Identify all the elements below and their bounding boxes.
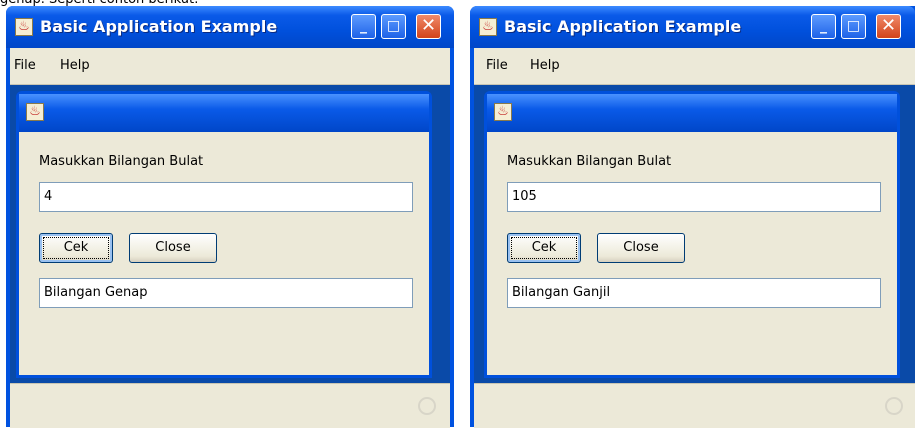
- app-window-right: ♨ Basic Application Example _ □ ✕ File H…: [470, 6, 915, 428]
- menu-bar: File Help: [10, 48, 450, 85]
- input-label: Masukkan Bilangan Bulat: [507, 154, 672, 169]
- close-button[interactable]: Close: [129, 233, 217, 263]
- minimize-button[interactable]: _: [351, 14, 376, 39]
- close-button[interactable]: Close: [597, 233, 685, 263]
- java-cup-icon: ♨: [15, 18, 33, 36]
- internal-frame: ♨ Masukkan Bilangan Bulat 105 Cek Close …: [484, 91, 900, 378]
- title-bar[interactable]: ♨ Basic Application Example _ □ ✕: [6, 6, 454, 48]
- title-bar[interactable]: ♨ Basic Application Example _ □ ✕: [470, 6, 915, 48]
- result-field[interactable]: Bilangan Genap: [39, 278, 413, 308]
- menu-help[interactable]: Help: [60, 58, 90, 73]
- window-title: Basic Application Example: [40, 17, 278, 36]
- java-cup-icon: ♨: [26, 103, 44, 121]
- java-cup-icon: ♨: [479, 18, 497, 36]
- window-title: Basic Application Example: [504, 17, 742, 36]
- close-window-button[interactable]: ✕: [416, 14, 441, 39]
- status-bar: [10, 383, 450, 428]
- maximize-button[interactable]: □: [841, 14, 866, 39]
- cek-button[interactable]: Cek: [507, 233, 581, 263]
- desktop-pane: ♨ Masukkan Bilangan Bulat 105 Cek Close …: [474, 85, 915, 383]
- menu-file[interactable]: File: [14, 58, 36, 73]
- internal-frame-title-bar[interactable]: ♨: [19, 94, 429, 132]
- menu-file[interactable]: File: [486, 58, 508, 73]
- internal-frame-title-bar[interactable]: ♨: [487, 94, 897, 132]
- menu-bar: File Help: [474, 48, 915, 85]
- maximize-button[interactable]: □: [381, 14, 406, 39]
- number-input[interactable]: 4: [39, 182, 413, 212]
- busy-indicator-icon: [885, 397, 903, 415]
- busy-indicator-icon: [418, 397, 436, 415]
- desktop-pane: ♨ Masukkan Bilangan Bulat 4 Cek Close Bi…: [10, 85, 450, 383]
- result-field[interactable]: Bilangan Ganjil: [507, 278, 881, 308]
- minimize-button[interactable]: _: [811, 14, 836, 39]
- java-cup-icon: ♨: [494, 103, 512, 121]
- input-label: Masukkan Bilangan Bulat: [39, 154, 204, 169]
- close-window-button[interactable]: ✕: [876, 14, 901, 39]
- app-window-left: ♨ Basic Application Example _ □ ✕ File H…: [6, 6, 454, 428]
- menu-help[interactable]: Help: [530, 58, 560, 73]
- cek-button[interactable]: Cek: [39, 233, 113, 263]
- number-input[interactable]: 105: [507, 182, 881, 212]
- internal-frame: ♨ Masukkan Bilangan Bulat 4 Cek Close Bi…: [16, 91, 432, 378]
- status-bar: [474, 383, 915, 428]
